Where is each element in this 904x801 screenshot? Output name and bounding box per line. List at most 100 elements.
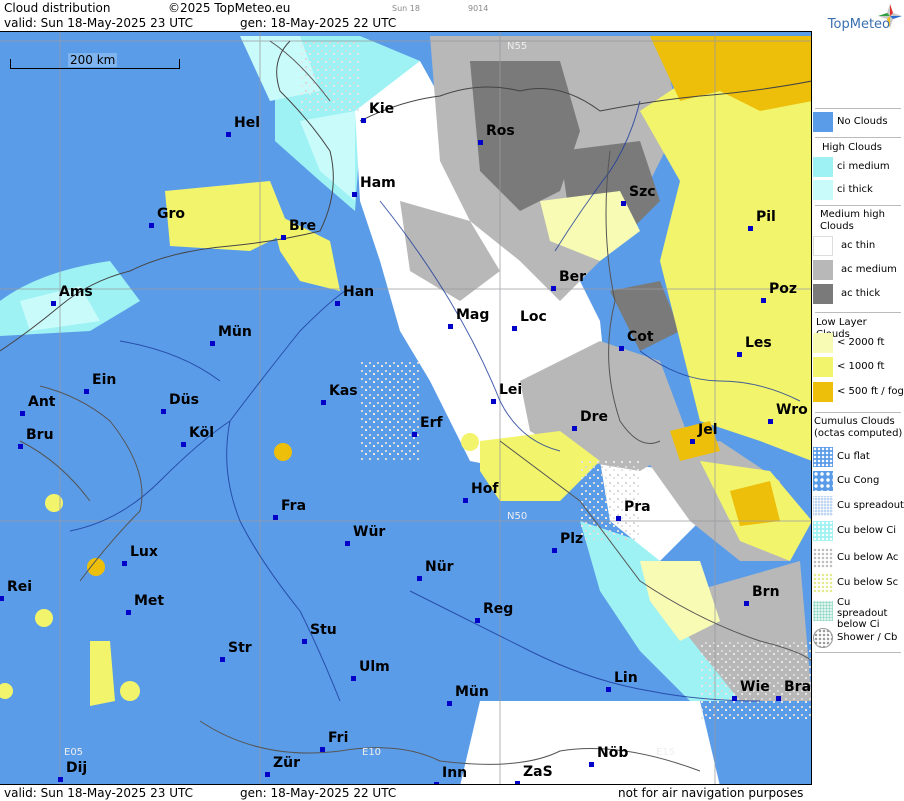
city-label: Ros: [478, 123, 515, 145]
swatch: [813, 471, 833, 491]
swatch: [813, 157, 833, 177]
footer-valid-time: valid: Sun 18-May-2025 23 UTC: [4, 786, 193, 800]
city-label: Zür: [265, 755, 300, 777]
city-marker: [58, 777, 63, 782]
city-marker: [126, 610, 131, 615]
city-label: Ein: [84, 372, 116, 394]
legend-text: ac thin: [841, 240, 876, 251]
legend-text: ci medium: [837, 161, 890, 172]
city-marker: [226, 132, 231, 137]
scale-label: 200 km: [68, 53, 118, 67]
city-label: Reg: [475, 601, 513, 623]
city-label: Kie: [361, 101, 394, 123]
swatch: [813, 548, 833, 568]
generated-time: gen: 18-May-2025 22 UTC: [240, 16, 397, 30]
footer: valid: Sun 18-May-2025 23 UTC gen: 18-Ma…: [0, 785, 812, 801]
legend-text: Cu spreadout below Ci: [837, 597, 888, 630]
city-marker: [345, 541, 350, 546]
legend-heading: High Clouds: [822, 142, 882, 153]
city-marker: [732, 696, 737, 701]
city-label: Rei: [0, 579, 32, 601]
city-marker: [273, 515, 278, 520]
city-label: Bre: [281, 218, 316, 240]
city-marker: [220, 657, 225, 662]
grid-label-n55: N55: [507, 41, 528, 52]
city-label: Mün: [210, 324, 252, 346]
swatch: [813, 180, 833, 200]
city-label: Wür: [345, 524, 385, 546]
legend-divider: [815, 412, 901, 413]
grid-label-e15: E15: [656, 747, 676, 758]
city-label: Mün: [447, 684, 489, 706]
swatch: [813, 382, 833, 402]
brand-name: TopMeteo: [827, 17, 890, 32]
grid-label-e05: E05: [64, 747, 84, 758]
city-label: Kas: [321, 383, 358, 405]
city-label: Wie: [732, 679, 770, 701]
swatch: [813, 333, 833, 353]
city-marker: [512, 326, 517, 331]
grid-label-n50: N50: [507, 511, 528, 522]
swatch: [813, 236, 833, 256]
copyright: ©2025 TopMeteo.eu: [168, 1, 291, 15]
swatch: [813, 284, 833, 304]
city-label: Fra: [273, 498, 306, 520]
city-marker: [478, 140, 483, 145]
legend-text: No Clouds: [837, 116, 888, 127]
city-marker: [619, 346, 624, 351]
tiny-day: Sun 18: [392, 4, 420, 13]
city-label: Ulm: [351, 659, 390, 681]
header-valid-row: valid: Sun 18-May-2025 23 UTC gen: 18-Ma…: [0, 15, 812, 31]
city-marker: [352, 192, 357, 197]
city-label: Bra: [776, 679, 811, 701]
city-marker: [51, 301, 56, 306]
city-marker: [302, 639, 307, 644]
city-marker: [463, 498, 468, 503]
city-marker: [572, 426, 577, 431]
city-marker: [321, 400, 326, 405]
map-graphics: [0, 32, 811, 784]
city-label: Düs: [161, 392, 199, 414]
city-label: Str: [220, 640, 252, 662]
city-label: Jel: [690, 422, 718, 444]
city-marker: [589, 762, 594, 767]
legend-panel: TopMeteo No Clouds High Clouds ci medium…: [812, 0, 904, 801]
city-label: Lei: [491, 382, 522, 404]
city-marker: [448, 324, 453, 329]
swatch: [813, 521, 833, 541]
legend-divider: [815, 108, 901, 109]
legend-divider: [815, 205, 901, 206]
tiny-code: 9014: [468, 4, 489, 13]
city-label: Ams: [51, 284, 93, 306]
legend-divider: [815, 652, 901, 653]
city-marker: [606, 687, 611, 692]
city-marker: [351, 676, 356, 681]
city-label: Erf: [412, 415, 443, 437]
legend-divider: [815, 137, 901, 138]
legend-text: < 2000 ft: [837, 337, 885, 348]
city-marker: [737, 352, 742, 357]
cloud-map[interactable]: 200 km N55 N50 E05 E10 E15 Kie Hel Ros H…: [0, 31, 812, 785]
city-label: Nöb: [589, 745, 628, 767]
city-label: Wro: [768, 402, 808, 424]
legend-divider: [815, 312, 901, 313]
swatch: [813, 573, 833, 593]
city-marker: [361, 118, 366, 123]
city-marker: [616, 516, 621, 521]
city-marker: [552, 548, 557, 553]
city-marker: [122, 561, 127, 566]
shower-icon: [813, 628, 833, 648]
city-label: Brn: [744, 584, 780, 606]
header-top: Cloud distribution ©2025 TopMeteo.eu Sun…: [0, 0, 812, 16]
city-marker: [335, 301, 340, 306]
city-marker: [210, 341, 215, 346]
footer-disclaimer: not for air navigation purposes: [618, 786, 804, 800]
footer-generated-time: gen: 18-May-2025 22 UTC: [240, 786, 397, 800]
swatch: [813, 447, 833, 467]
city-marker: [690, 439, 695, 444]
city-label: Poz: [761, 281, 797, 303]
city-marker: [161, 409, 166, 414]
city-label: Pil: [748, 209, 776, 231]
city-marker: [417, 576, 422, 581]
swatch: [813, 496, 833, 516]
